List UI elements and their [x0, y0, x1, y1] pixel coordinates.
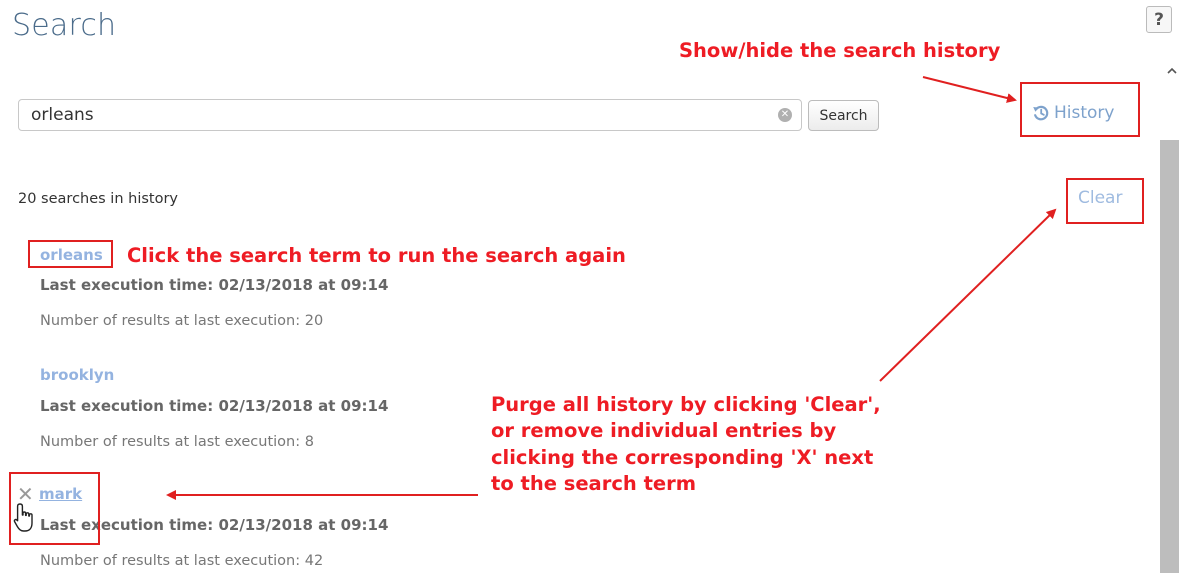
- search-button[interactable]: Search: [808, 100, 879, 131]
- arrow-to-clear: [879, 208, 1057, 382]
- annotation-box-history: [1020, 82, 1140, 137]
- clear-input-icon[interactable]: ✕: [778, 108, 792, 122]
- history-count: 20 searches in history: [18, 191, 179, 207]
- history-result-count: Number of results at last execution: 8: [40, 434, 314, 450]
- help-button[interactable]: ?: [1146, 6, 1172, 33]
- history-last-execution: Last execution time: 02/13/2018 at 09:14: [40, 397, 389, 415]
- annotation-history: Show/hide the search history: [679, 39, 1001, 62]
- annotation-click-term: Click the search term to run the search …: [127, 244, 626, 267]
- history-result-count: Number of results at last execution: 42: [40, 553, 324, 569]
- chevron-up-icon: [1167, 67, 1177, 74]
- annotation-purge-line: or remove individual entries by: [491, 419, 837, 443]
- annotation-box-clear: [1066, 178, 1144, 224]
- scroll-up-arrow-icon[interactable]: [1162, 66, 1182, 82]
- annotation-purge-line: to the search term: [491, 471, 697, 495]
- arrow-to-history: [922, 76, 1017, 103]
- history-term-link[interactable]: brooklyn: [40, 366, 114, 384]
- annotation-purge-line: clicking the corresponding 'X' next: [491, 445, 874, 469]
- history-last-execution: Last execution time: 02/13/2018 at 09:14: [40, 276, 389, 294]
- annotation-purge-line: Purge all history by clicking 'Clear',: [491, 393, 881, 416]
- page-title: Search: [12, 8, 117, 43]
- annotation-purge: Purge all history by clicking 'Clear', o…: [491, 392, 881, 497]
- history-result-count: Number of results at last execution: 20: [40, 313, 324, 329]
- search-input[interactable]: [18, 99, 802, 131]
- annotation-box-term: [28, 240, 113, 268]
- annotation-box-remove: [9, 472, 100, 545]
- scrollbar-thumb[interactable]: [1160, 140, 1179, 573]
